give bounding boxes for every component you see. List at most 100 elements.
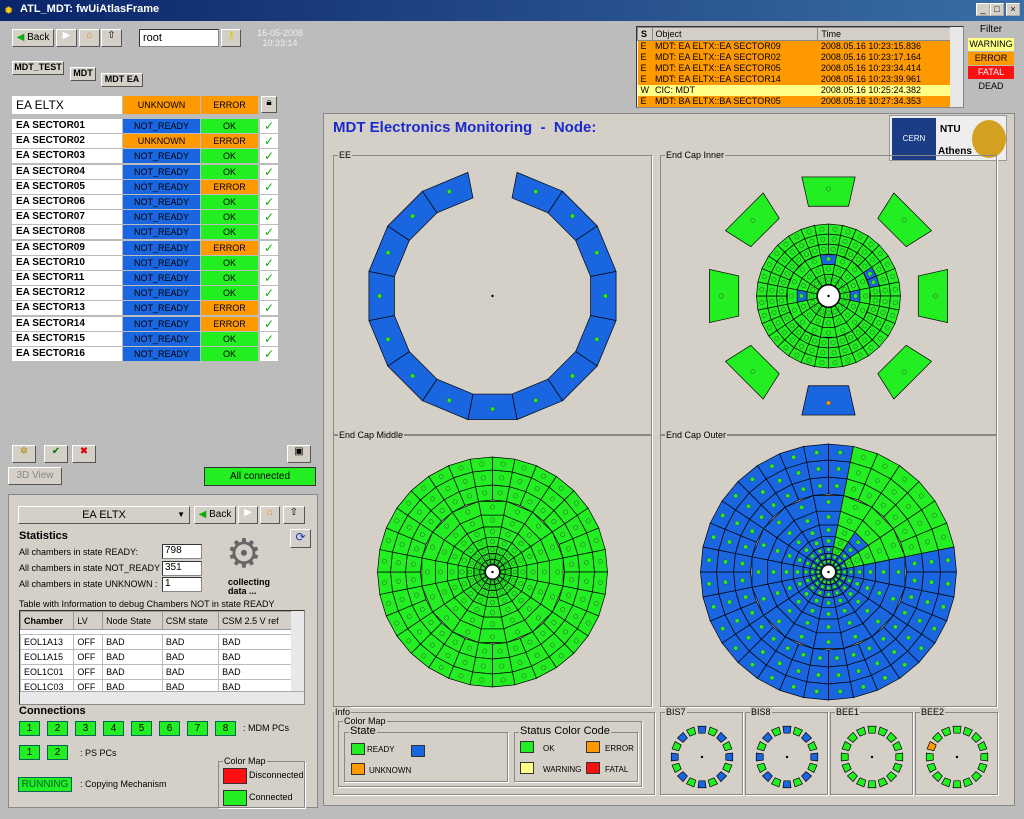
mdm-pc-button[interactable]: 2 <box>47 721 68 736</box>
sector-name[interactable]: EA SECTOR11 <box>12 271 122 285</box>
chamber-segment[interactable] <box>846 731 858 743</box>
ps-pc-button[interactable]: 1 <box>19 745 40 760</box>
cancel-button[interactable]: ✖ <box>72 445 96 463</box>
check-icon[interactable]: ✓ <box>260 316 278 331</box>
mdm-pc-button[interactable]: 3 <box>75 721 96 736</box>
alarm-column-header[interactable]: Time <box>817 27 952 41</box>
chamber-segment[interactable] <box>962 777 973 788</box>
chamber-segment[interactable] <box>941 777 952 788</box>
node-state[interactable]: UNKNOWN <box>123 96 200 114</box>
sector-status[interactable]: OK <box>201 271 258 285</box>
sector-state[interactable]: NOT_READY <box>123 119 200 133</box>
sector-status[interactable]: ERROR <box>201 301 258 316</box>
check-icon[interactable]: ✓ <box>260 271 278 285</box>
stats-up-button[interactable]: ⇧ <box>283 506 305 524</box>
chamber-segment[interactable] <box>886 731 898 743</box>
sector-state[interactable]: NOT_READY <box>123 255 200 270</box>
chamber-segment[interactable] <box>755 752 764 762</box>
table-row[interactable]: EOL1C01 OFF BAD BAD BAD <box>20 664 292 680</box>
sector-name[interactable]: EA SECTOR14 <box>12 316 122 331</box>
stats-back-button[interactable]: ◀ Back <box>194 506 236 524</box>
chamber-segment[interactable] <box>841 741 852 752</box>
sector-state[interactable]: NOT_READY <box>123 164 200 179</box>
chamber-segment[interactable] <box>892 741 903 752</box>
sector-name[interactable]: EA SECTOR06 <box>12 195 122 209</box>
check-icon[interactable]: ✓ <box>260 286 278 301</box>
chamber-segment[interactable] <box>716 771 728 783</box>
chamber-segment[interactable] <box>792 726 803 737</box>
sector-state[interactable]: NOT_READY <box>123 210 200 225</box>
sector-status[interactable]: OK <box>201 195 258 209</box>
chamber-segment[interactable] <box>801 771 813 783</box>
chamber-segment[interactable] <box>761 731 773 743</box>
chamber-segment[interactable] <box>671 762 682 773</box>
sector-name[interactable]: EA SECTOR08 <box>12 225 122 240</box>
home-button[interactable]: ⌂ <box>79 29 100 47</box>
chamber-segment[interactable] <box>971 731 983 743</box>
chamber-segment[interactable] <box>931 771 943 783</box>
table-row[interactable]: EOL1A15 OFF BAD BAD BAD <box>20 649 292 665</box>
chamber-segment[interactable] <box>895 752 904 762</box>
check-icon[interactable]: ✓ <box>260 134 278 149</box>
chamber-segment[interactable] <box>716 731 728 743</box>
chamber-segment[interactable] <box>877 777 888 788</box>
column-header[interactable]: Node State <box>102 611 163 630</box>
sector-state[interactable]: NOT_READY <box>123 347 200 361</box>
filter-dead[interactable]: DEAD <box>968 80 1014 93</box>
sector-status[interactable]: ERROR <box>201 179 258 194</box>
sector-status[interactable]: ERROR <box>201 316 258 331</box>
check-icon[interactable]: ✓ <box>260 331 278 346</box>
sector-state[interactable]: NOT_READY <box>123 179 200 194</box>
breadcrumb-mdt[interactable]: MDT <box>70 67 96 81</box>
acknowledge-button[interactable]: ✔ <box>44 445 68 463</box>
chamber-segment[interactable] <box>686 777 697 788</box>
forward-button[interactable]: ▶ <box>56 29 77 47</box>
chamber-segment[interactable] <box>917 268 948 324</box>
check-icon[interactable]: ✓ <box>260 164 278 179</box>
chamber-segment[interactable] <box>810 752 819 762</box>
chamber-segment[interactable] <box>725 752 734 762</box>
chamber-segment[interactable] <box>856 777 867 788</box>
chamber-segment[interactable] <box>771 726 782 737</box>
chamber-segment[interactable] <box>686 726 697 737</box>
chamber-segment[interactable] <box>952 725 962 734</box>
sector-status[interactable]: OK <box>201 347 258 361</box>
chamber-segment[interactable] <box>807 762 818 773</box>
sector-name[interactable]: EA SECTOR10 <box>12 255 122 270</box>
sector-name[interactable]: EA SECTOR09 <box>12 240 122 255</box>
chamber-segment[interactable] <box>856 726 867 737</box>
alarm-row[interactable]: E MDT: EA ELTX::EA SECTOR02 2008.05.16 10:… <box>637 51 952 63</box>
chamber-segment[interactable] <box>722 741 733 752</box>
refresh-button[interactable]: ⟳ <box>290 529 311 548</box>
alarm-scrollbar[interactable] <box>950 27 963 107</box>
settings-button[interactable]: ✲ <box>12 445 36 463</box>
chamber-segment[interactable] <box>676 771 688 783</box>
minimize-button[interactable]: _ <box>976 3 990 16</box>
chamber-segment[interactable] <box>846 771 858 783</box>
chamber-segment[interactable] <box>761 771 773 783</box>
alarm-column-header[interactable]: Object <box>651 27 819 41</box>
sector-name[interactable]: EA SECTOR04 <box>12 164 122 179</box>
chamber-segment[interactable] <box>709 268 740 324</box>
chamber-segment[interactable] <box>792 777 803 788</box>
sector-state[interactable]: NOT_READY <box>123 316 200 331</box>
sector-state[interactable]: NOT_READY <box>123 301 200 316</box>
chamber-segment[interactable] <box>892 762 903 773</box>
check-icon[interactable]: ✓ <box>260 210 278 225</box>
node-status[interactable]: ERROR <box>201 96 258 114</box>
vertical-scrollbar[interactable] <box>291 611 304 691</box>
sector-status[interactable]: OK <box>201 119 258 133</box>
sector-name[interactable]: EA SECTOR01 <box>12 119 122 133</box>
chamber-segment[interactable] <box>697 725 707 734</box>
chamber-segment[interactable] <box>707 726 718 737</box>
chamber-segment[interactable] <box>941 726 952 737</box>
chamber-segment[interactable] <box>867 725 877 734</box>
breadcrumb-mdt-ea[interactable]: MDT EA <box>101 73 143 87</box>
sector-state[interactable]: UNKNOWN <box>123 134 200 149</box>
chamber-segment[interactable] <box>977 741 988 752</box>
sector-state[interactable]: NOT_READY <box>123 225 200 240</box>
chamber-segment[interactable] <box>782 725 792 734</box>
node-selector[interactable]: EA ELTX ▼ <box>18 506 190 524</box>
sector-status[interactable]: ERROR <box>201 240 258 255</box>
mdm-pc-button[interactable]: 1 <box>19 721 40 736</box>
